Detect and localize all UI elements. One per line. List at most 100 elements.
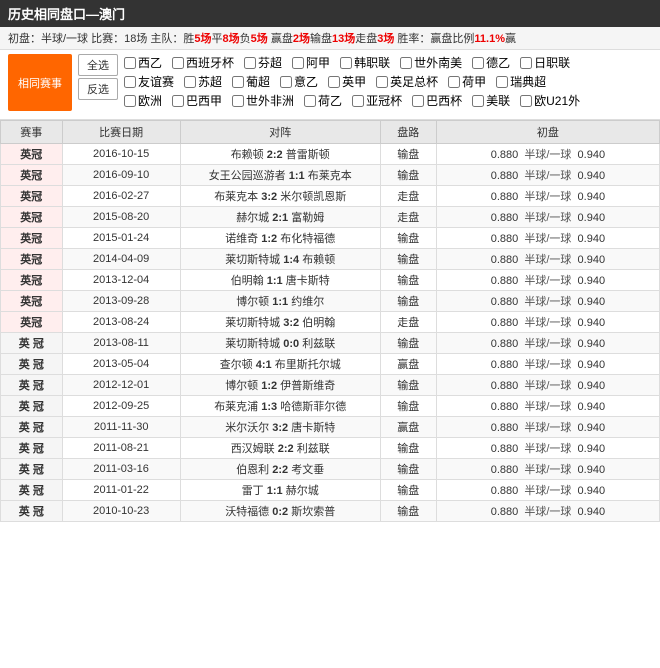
- checkbox-meilians[interactable]: [472, 95, 484, 107]
- league-cell: 英冠: [1, 228, 63, 249]
- match-cell: 诺维奇 1:2 布化特福德: [180, 228, 380, 249]
- league-cell: 英 冠: [1, 354, 63, 375]
- checkbox-yiyi[interactable]: [280, 76, 292, 88]
- checkbox-ou21[interactable]: [520, 95, 532, 107]
- checkbox-bazijia[interactable]: [172, 95, 184, 107]
- filter-yagun[interactable]: 亚冠杯: [352, 92, 402, 109]
- date-cell: 2012-09-25: [62, 396, 180, 417]
- filter-heyi[interactable]: 荷乙: [304, 92, 342, 109]
- status-cell: 输盘: [380, 459, 436, 480]
- league-cell: 英 冠: [1, 417, 63, 438]
- filter-swnm[interactable]: 世外南美: [400, 54, 462, 71]
- checkbox-swafei[interactable]: [232, 95, 244, 107]
- filter-yiyi[interactable]: 意乙: [280, 73, 318, 90]
- status-cell: 输盘: [380, 144, 436, 165]
- date-cell: 2015-01-24: [62, 228, 180, 249]
- filter-swafei[interactable]: 世外非洲: [232, 92, 294, 109]
- date-cell: 2013-12-04: [62, 270, 180, 291]
- date-cell: 2011-03-16: [62, 459, 180, 480]
- status-cell: 输盘: [380, 249, 436, 270]
- filter-row-1: 西乙 西班牙杯 芬超 阿甲 韩职联 世外南美 德乙 日职联: [124, 54, 652, 71]
- date-cell: 2013-08-11: [62, 333, 180, 354]
- date-cell: 2015-08-20: [62, 207, 180, 228]
- checkbox-hanzhi[interactable]: [340, 57, 352, 69]
- checkbox-ajia[interactable]: [292, 57, 304, 69]
- filter-puchao[interactable]: 葡超: [232, 73, 270, 90]
- filter-bazijia[interactable]: 巴西甲: [172, 92, 222, 109]
- status-cell: 输盘: [380, 270, 436, 291]
- checkbox-yingjia[interactable]: [328, 76, 340, 88]
- filter-hejia[interactable]: 荷甲: [448, 73, 486, 90]
- checkbox-hejia[interactable]: [448, 76, 460, 88]
- filter-ajia[interactable]: 阿甲: [292, 54, 330, 71]
- league-cell: 英冠: [1, 144, 63, 165]
- match-cell: 布莱克本 3:2 米尔顿凯恩斯: [180, 186, 380, 207]
- invert-button[interactable]: 反选: [78, 78, 118, 100]
- checkbox-bazibei[interactable]: [412, 95, 424, 107]
- filter-meilians[interactable]: 美联: [472, 92, 510, 109]
- status-cell: 走盘: [380, 186, 436, 207]
- checkbox-xibanyacup[interactable]: [172, 57, 184, 69]
- filter-ou21[interactable]: 欧U21外: [520, 92, 580, 109]
- odds-cell: 0.880 半球/一球 0.940: [436, 207, 659, 228]
- match-cell: 米尔沃尔 3:2 唐卡斯特: [180, 417, 380, 438]
- match-cell: 博尔顿 1:1 约维尔: [180, 291, 380, 312]
- data-table: 赛事 比赛日期 对阵 盘路 初盘 英冠2016-10-15布赖顿 2:2 普雷斯…: [0, 120, 660, 522]
- status-cell: 输盘: [380, 165, 436, 186]
- checkbox-ouzhou[interactable]: [124, 95, 136, 107]
- league-cell: 英冠: [1, 270, 63, 291]
- checkbox-swnm[interactable]: [400, 57, 412, 69]
- match-cell: 西汉姆联 2:2 利兹联: [180, 438, 380, 459]
- odds-cell: 0.880 半球/一球 0.940: [436, 249, 659, 270]
- date-cell: 2013-08-24: [62, 312, 180, 333]
- filter-finchao[interactable]: 芬超: [244, 54, 282, 71]
- filter-yingzongbei[interactable]: 英足总杯: [376, 73, 438, 90]
- filter-xiyi[interactable]: 西乙: [124, 54, 162, 71]
- select-all-button[interactable]: 全选: [78, 54, 118, 76]
- league-cell: 英 冠: [1, 459, 63, 480]
- match-cell: 女王公园巡游者 1:1 布莱克本: [180, 165, 380, 186]
- league-cell: 英 冠: [1, 396, 63, 417]
- league-cell: 英 冠: [1, 501, 63, 522]
- checkbox-suchao[interactable]: [184, 76, 196, 88]
- checkbox-yingzongbei[interactable]: [376, 76, 388, 88]
- odds-cell: 0.880 半球/一球 0.940: [436, 417, 659, 438]
- filter-ruidianchao[interactable]: 瑞典超: [496, 73, 546, 90]
- league-cell: 英冠: [1, 207, 63, 228]
- league-cell: 英冠: [1, 291, 63, 312]
- date-cell: 2013-09-28: [62, 291, 180, 312]
- match-cell: 雷丁 1:1 赫尔城: [180, 480, 380, 501]
- checkbox-heyi[interactable]: [304, 95, 316, 107]
- checkbox-xiyi[interactable]: [124, 57, 136, 69]
- th-init: 初盘: [436, 121, 659, 144]
- status-cell: 输盘: [380, 480, 436, 501]
- checkbox-rizhilian[interactable]: [520, 57, 532, 69]
- filter-ouzhou[interactable]: 欧洲: [124, 92, 162, 109]
- odds-cell: 0.880 半球/一球 0.940: [436, 438, 659, 459]
- checkbox-deyi[interactable]: [472, 57, 484, 69]
- match-cell: 查尔顿 4:1 布里斯托尔城: [180, 354, 380, 375]
- checkbox-yagun[interactable]: [352, 95, 364, 107]
- checkbox-puchao[interactable]: [232, 76, 244, 88]
- filter-suchao[interactable]: 苏超: [184, 73, 222, 90]
- filter-hanzhi[interactable]: 韩职联: [340, 54, 390, 71]
- league-cell: 英冠: [1, 186, 63, 207]
- date-cell: 2011-11-30: [62, 417, 180, 438]
- page-title: 历史相同盘口—澳门: [8, 7, 125, 22]
- checkbox-ruidianchao[interactable]: [496, 76, 508, 88]
- league-cell: 英冠: [1, 249, 63, 270]
- filter-xibanyacup[interactable]: 西班牙杯: [172, 54, 234, 71]
- status-cell: 输盘: [380, 228, 436, 249]
- date-cell: 2013-05-04: [62, 354, 180, 375]
- similar-matches-button[interactable]: 相同赛事: [8, 54, 72, 111]
- filter-row-2: 友谊赛 苏超 葡超 意乙 英甲 英足总杯 荷甲 瑞典超: [124, 73, 652, 90]
- filter-youyi[interactable]: 友谊赛: [124, 73, 174, 90]
- checkbox-youyi[interactable]: [124, 76, 136, 88]
- filter-deyi[interactable]: 德乙: [472, 54, 510, 71]
- filter-yingjia[interactable]: 英甲: [328, 73, 366, 90]
- filter-bazibei[interactable]: 巴西杯: [412, 92, 462, 109]
- match-cell: 伯明翰 1:1 唐卡斯特: [180, 270, 380, 291]
- league-cell: 英冠: [1, 165, 63, 186]
- filter-rizhilian[interactable]: 日职联: [520, 54, 570, 71]
- checkbox-finchao[interactable]: [244, 57, 256, 69]
